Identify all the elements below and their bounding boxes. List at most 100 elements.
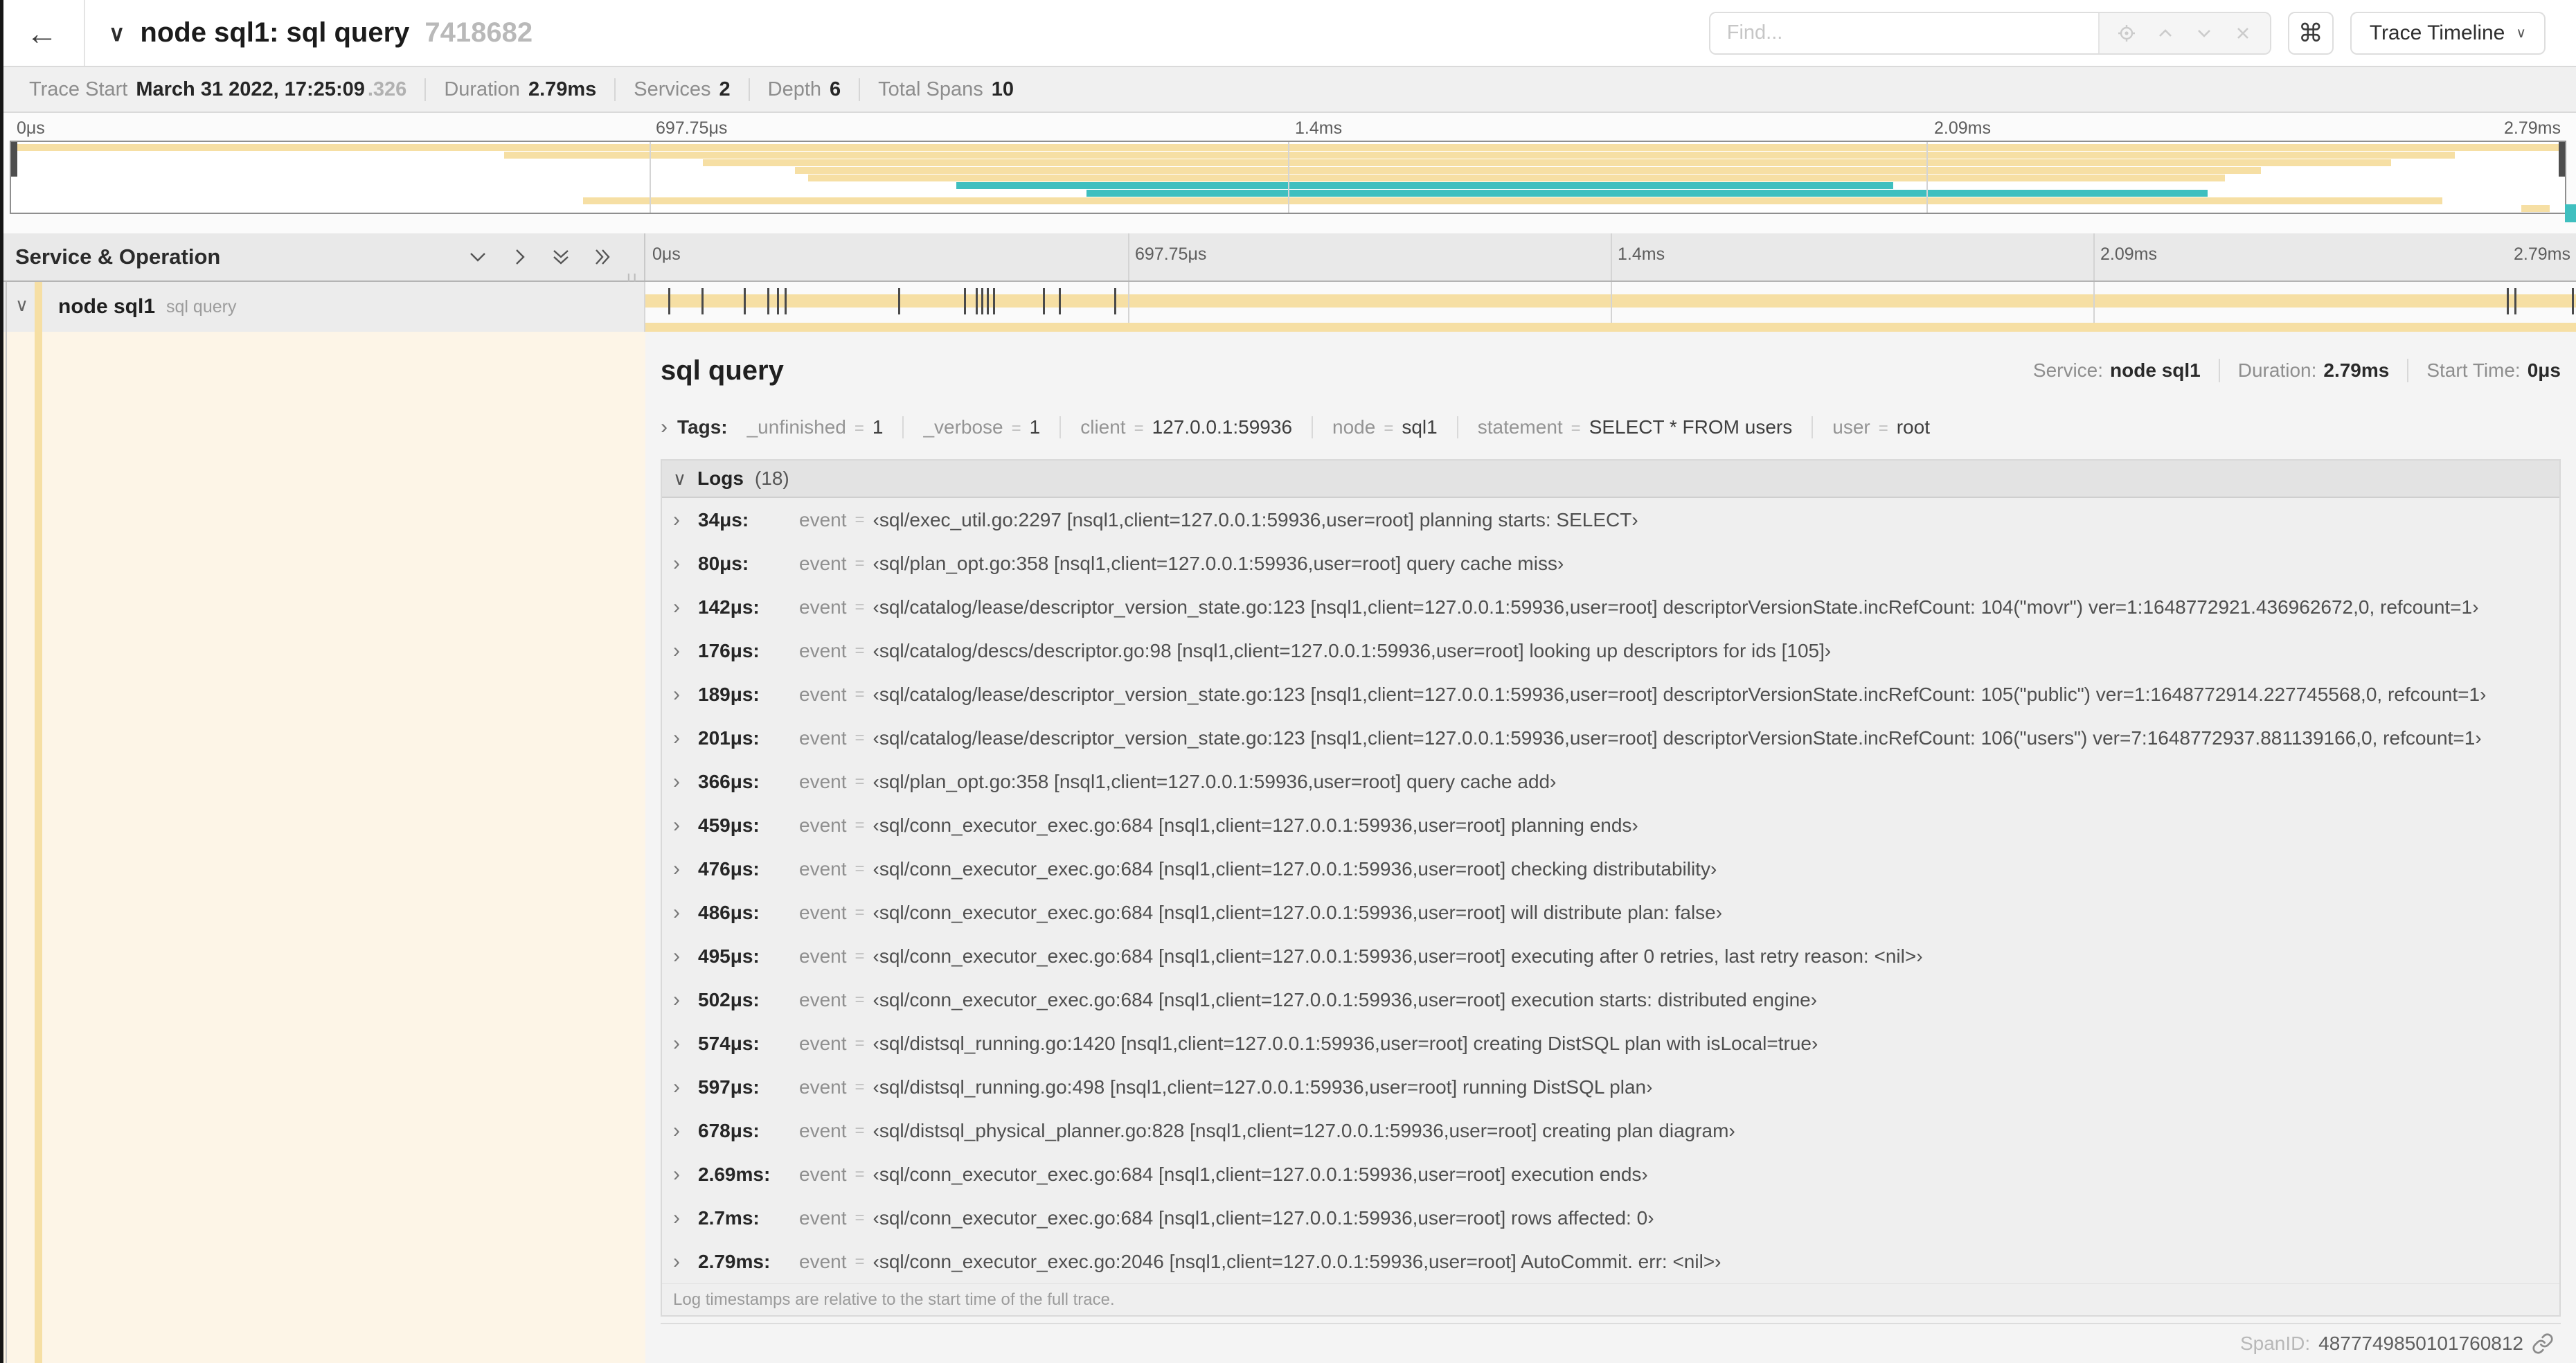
tags-list: _unfinished = 1 _verbose = 1 client = 127.0.0.1:… (747, 416, 1949, 438)
minimap-span-bar (1086, 190, 2208, 197)
log-equals: = (855, 990, 865, 1009)
tag-key: _unfinished (746, 416, 846, 438)
tag-item[interactable]: client = 127.0.0.1:59936 (1061, 416, 1314, 438)
find-input[interactable] (1710, 12, 2098, 53)
log-field-key: event (799, 1163, 847, 1185)
log-row[interactable]: › 80μs: event = ‹sql/plan_opt.go:358 [nsql1,… (662, 542, 2559, 585)
log-row[interactable]: › 476μs: event = ‹sql/conn_executor_exec.go:… (662, 847, 2559, 891)
log-row[interactable]: › 2.7ms: event = ‹sql/conn_executor_exec.go:… (662, 1196, 2559, 1240)
trace-view-page: ← ∨ node sql1: sql query 7418682 Find...… (0, 0, 2576, 1363)
span-row-name-cell[interactable]: ∨ node sql1 sql query (0, 282, 645, 332)
chevron-down-icon[interactable]: ∨ (109, 20, 125, 46)
span-bar-row[interactable] (645, 282, 2576, 323)
log-timestamp: 2.7ms: (698, 1206, 760, 1229)
log-equals: = (855, 815, 865, 835)
log-field-value: ‹sql/conn_executor_exec.go:684 [nsql1,cl… (873, 1163, 1648, 1185)
log-row[interactable]: › 495μs: event = ‹sql/conn_executor_exec.go:… (662, 934, 2559, 978)
log-row[interactable]: › 502μs: event = ‹sql/conn_executor_exec.go:… (662, 978, 2559, 1022)
tag-item[interactable]: statement = SELECT * FROM users (1458, 416, 1814, 438)
log-row[interactable]: › 574μs: event = ‹sql/distsql_running.go:142… (662, 1022, 2559, 1065)
minimap-span-bar (956, 182, 1894, 189)
tag-item[interactable]: _verbose = 1 (904, 416, 1062, 438)
log-field-value: ‹sql/distsql_running.go:1420 [nsql1,clie… (873, 1032, 1818, 1054)
log-field-key: event (799, 727, 847, 749)
log-marker (2572, 288, 2575, 314)
log-row[interactable]: › 142μs: event = ‹sql/catalog/lease/descript… (662, 585, 2559, 629)
log-timestamp: 80μs: (698, 552, 749, 574)
logs-section-header[interactable]: ∨ Logs (18) (662, 461, 2559, 498)
log-row[interactable]: › 678μs: event = ‹sql/distsql_physical_plann… (662, 1109, 2559, 1152)
log-row[interactable]: › 2.69ms: event = ‹sql/conn_executor_exec.go… (662, 1152, 2559, 1196)
collapse-one-icon[interactable] (467, 246, 489, 268)
chevron-right-icon: › (673, 726, 680, 749)
tag-item[interactable]: _unfinished = 1 (747, 416, 904, 438)
log-marker (1058, 288, 1061, 314)
tag-equals: = (1134, 419, 1144, 438)
log-row[interactable]: › 176μs: event = ‹sql/catalog/descs/descript… (662, 629, 2559, 672)
clear-find-icon[interactable] (2227, 17, 2259, 49)
find-control (1708, 11, 2271, 55)
span-rows: ∨ node sql1 sql query (0, 282, 2576, 332)
page-title: node sql1: sql query (140, 17, 410, 48)
minimap-left-drag-handle[interactable] (11, 142, 17, 177)
log-row[interactable]: › 486μs: event = ‹sql/conn_executor_exec.go:… (662, 891, 2559, 934)
expand-one-icon[interactable] (508, 246, 530, 268)
prev-result-icon[interactable] (2149, 17, 2181, 49)
tag-key: node (1332, 416, 1376, 438)
chevron-right-icon: › (673, 769, 680, 793)
log-timestamp: 476μs: (698, 857, 760, 880)
ruler-tick-label: 1.4ms (1295, 118, 1343, 138)
window-edge (0, 0, 3, 1363)
chevron-right-icon: › (673, 508, 680, 531)
span-service-name: node sql1 (58, 295, 156, 318)
back-button[interactable]: ← (0, 0, 85, 66)
timeline-column-headers: Service & Operation || 0μs 697.75μs 1.4ms 2… (0, 233, 2576, 291)
log-equals: = (855, 510, 865, 529)
minimap-canvas[interactable] (10, 141, 2576, 222)
logs-footnote: Log timestamps are relative to the start… (662, 1283, 2559, 1315)
keyboard-shortcuts-button[interactable]: ⌘ (2287, 11, 2334, 55)
ruler-gridline (650, 142, 651, 213)
log-field-key: event (799, 814, 847, 836)
minimap-right-drag-handle[interactable] (2559, 142, 2565, 177)
log-row[interactable]: › 34μs: event = ‹sql/exec_util.go:2297 [nsql… (662, 498, 2559, 542)
tag-key: _verbose (923, 416, 1003, 438)
tag-item[interactable]: user = root (1813, 416, 1949, 438)
next-result-icon[interactable] (2188, 17, 2220, 49)
summary-label: Depth (767, 78, 822, 100)
log-timestamp: 366μs: (698, 770, 760, 792)
chevron-right-icon: › (673, 1249, 680, 1273)
collapse-all-icon[interactable] (550, 246, 572, 268)
span-operation-name: sql query (166, 296, 237, 317)
logs-section: ∨ Logs (18) › 34μs: event = ‹sql/exec_util.g… (661, 459, 2561, 1317)
expand-all-icon[interactable] (591, 246, 614, 268)
summary-value-fraction: .326 (367, 78, 407, 100)
log-row[interactable]: › 189μs: event = ‹sql/catalog/lease/descript… (662, 672, 2559, 716)
logs-title: Logs (697, 467, 744, 489)
log-field-value: ‹sql/conn_executor_exec.go:2046 [nsql1,c… (873, 1250, 1721, 1272)
log-marker (975, 288, 978, 314)
log-row[interactable]: › 366μs: event = ‹sql/plan_opt.go:358 [nsql1… (662, 760, 2559, 803)
log-row[interactable]: › 459μs: event = ‹sql/conn_executor_exec.go:… (662, 803, 2559, 847)
view-dropdown-button[interactable]: Trace Timeline ∨ (2350, 11, 2546, 55)
copy-link-icon[interactable] (2532, 1333, 2554, 1355)
tag-item[interactable]: node = sql1 (1313, 416, 1458, 438)
chevron-right-icon: › (673, 682, 680, 706)
focus-target-icon[interactable] (2111, 17, 2143, 49)
chevron-down-icon: ∨ (673, 467, 687, 489)
log-row[interactable]: › 597μs: event = ‹sql/distsql_running.go:498… (662, 1065, 2559, 1109)
chevron-right-icon: › (673, 1119, 680, 1142)
log-equals: = (855, 597, 865, 616)
log-field-value: ‹sql/catalog/descs/descriptor.go:98 [nsq… (873, 639, 1832, 661)
ruler-gridline (1128, 282, 1129, 323)
trace-summary-bar: Trace Start March 31 2022, 17:25:09.326 Du… (0, 66, 2576, 113)
chevron-down-icon[interactable]: ∨ (15, 294, 28, 316)
logs-count: (18) (754, 467, 789, 489)
log-row[interactable]: › 2.79ms: event = ‹sql/conn_executor_exec.go… (662, 1240, 2559, 1283)
log-field-value: ‹sql/distsql_physical_planner.go:828 [ns… (873, 1119, 1735, 1141)
chevron-right-icon: › (673, 900, 680, 924)
ruler-tick-label: 2.79ms (2504, 118, 2561, 138)
log-row[interactable]: › 201μs: event = ‹sql/catalog/lease/descript… (662, 716, 2559, 760)
tags-label: Tags: (677, 416, 728, 438)
tags-row[interactable]: › Tags: _unfinished = 1 _verbose = 1 client = 12… (661, 411, 2561, 444)
